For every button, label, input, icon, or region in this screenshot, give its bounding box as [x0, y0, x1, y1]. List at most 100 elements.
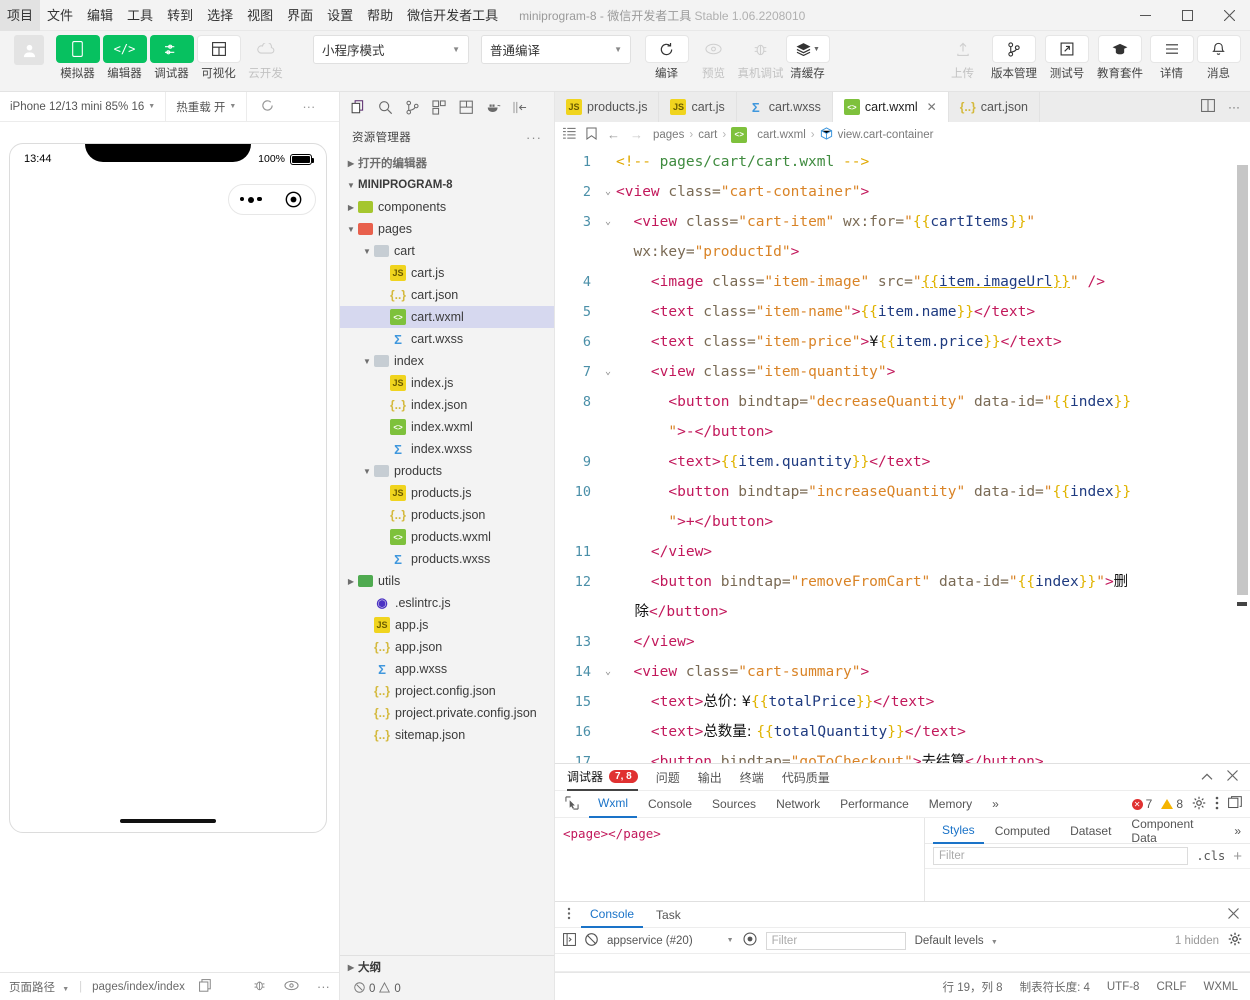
tree-item-index-js[interactable]: JS index.js: [340, 372, 554, 394]
tree-item-app-js[interactable]: JS app.js: [340, 614, 554, 636]
eye-icon[interactable]: [280, 979, 303, 994]
code-line[interactable]: 10 <button bindtap="increaseQuantity" da…: [555, 477, 1250, 537]
code-line[interactable]: 17 <button bindtap="goToCheckout">去结算</b…: [555, 747, 1250, 763]
outline-icon[interactable]: [563, 127, 576, 142]
version-control-button[interactable]: 版本管理: [986, 35, 1042, 81]
test-account-button[interactable]: 测试号: [1042, 35, 1092, 81]
refresh-icon[interactable]: [247, 99, 288, 115]
code-line[interactable]: 12 <button bindtap="removeFromCart" data…: [555, 567, 1250, 627]
fold-chevron-icon[interactable]: ⌄: [600, 657, 616, 687]
chevron-down-icon[interactable]: ▼: [360, 357, 374, 366]
messages-button[interactable]: 消息: [1195, 35, 1242, 81]
tab-debugger[interactable]: 调试器 7, 8: [567, 764, 638, 791]
tree-item-project-private-config-json[interactable]: {..} project.private.config.json: [340, 702, 554, 724]
wechat-capsule[interactable]: [228, 184, 316, 215]
fold-chevron-icon[interactable]: ⌄: [600, 357, 616, 387]
clear-cache-button[interactable]: ▼ 清缓存: [784, 35, 831, 81]
education-kit-button[interactable]: 教育套件: [1092, 35, 1148, 81]
code-line[interactable]: 4 <image class="item-image" src="{{item.…: [555, 267, 1250, 297]
styles-tab-component-data[interactable]: Component Data: [1122, 817, 1223, 845]
open-editors-section[interactable]: ▶ 打开的编辑器: [340, 152, 554, 174]
project-root[interactable]: ▼ MINIPROGRAM-8: [340, 174, 554, 196]
code-line[interactable]: 13 </view>: [555, 627, 1250, 657]
copy-icon[interactable]: [195, 978, 215, 995]
menu-item-tools[interactable]: 工具: [120, 0, 160, 31]
fold-chevron-icon[interactable]: ⌄: [600, 177, 616, 207]
files-icon[interactable]: [346, 95, 371, 120]
docker-icon[interactable]: [481, 95, 506, 120]
tree-item-components[interactable]: ▶ components: [340, 196, 554, 218]
save-all-icon[interactable]: [454, 95, 479, 120]
file-tree[interactable]: ▶ 打开的编辑器 ▼ MINIPROGRAM-8 ▶ components ▼ pag…: [340, 152, 554, 955]
devtools-tab-sources[interactable]: Sources: [703, 791, 765, 818]
tree-item--eslintrc-js[interactable]: ◉ .eslintrc.js: [340, 592, 554, 614]
nav-back-button[interactable]: ←: [607, 127, 620, 142]
bookmark-icon[interactable]: [586, 126, 597, 143]
tree-item-cart[interactable]: ▼ cart: [340, 240, 554, 262]
ellipsis-icon[interactable]: ···: [1228, 100, 1240, 114]
ellipsis-icon[interactable]: ···: [288, 99, 329, 114]
code-line[interactable]: 7 ⌄ <view class="item-quantity">: [555, 357, 1250, 387]
inspect-cursor-icon[interactable]: [561, 795, 587, 813]
tree-item-cart-wxml[interactable]: <> cart.wxml: [340, 306, 554, 328]
extensions-icon[interactable]: [427, 95, 452, 120]
tree-item-index-wxml[interactable]: <> index.wxml: [340, 416, 554, 438]
tree-item-project-config-json[interactable]: {..} project.config.json: [340, 680, 554, 702]
menu-item-settings[interactable]: 设置: [320, 0, 360, 31]
simulator-viewport[interactable]: 13:44 100%: [0, 122, 339, 972]
menu-item-edit[interactable]: 编辑: [80, 0, 120, 31]
tree-item-app-json[interactable]: {..} app.json: [340, 636, 554, 658]
code-line[interactable]: 15 <text>总价: ¥{{totalPrice}}</text>: [555, 687, 1250, 717]
warning-count-badge[interactable]: 8: [1161, 797, 1183, 811]
chevron-up-icon[interactable]: [1201, 770, 1213, 784]
devtools-tab-overflow[interactable]: »: [983, 791, 1008, 818]
styles-tab-styles[interactable]: Styles: [933, 818, 984, 844]
menu-item-file[interactable]: 文件: [40, 0, 80, 31]
page-path-select[interactable]: 页面路径 ▼: [9, 979, 69, 995]
menu-item-view[interactable]: 视图: [240, 0, 280, 31]
editor-tab-cart-js[interactable]: JS cart.js: [659, 92, 737, 122]
tree-item-index-json[interactable]: {..} index.json: [340, 394, 554, 416]
chevron-right-icon[interactable]: ▶: [344, 203, 358, 212]
tree-item-utils[interactable]: ▶ utils: [340, 570, 554, 592]
kebab-icon[interactable]: [561, 907, 577, 923]
devtools-tab-performance[interactable]: Performance: [831, 791, 918, 818]
chevron-down-icon[interactable]: ▼: [344, 225, 358, 234]
wxml-root-node[interactable]: <page></page>: [563, 826, 924, 841]
close-icon[interactable]: ✕: [927, 100, 937, 114]
outline-header[interactable]: ▶ 大纲: [340, 956, 554, 978]
preview-button[interactable]: 预览: [690, 35, 737, 81]
tree-item-index[interactable]: ▼ index: [340, 350, 554, 372]
tree-item-app-wxss[interactable]: Σapp.wxss: [340, 658, 554, 680]
editor-scrollbar[interactable]: [1237, 165, 1248, 595]
tree-item-cart-json[interactable]: {..} cart.json: [340, 284, 554, 306]
console-context-select[interactable]: appservice (#20) ▼: [607, 935, 734, 947]
real-device-debug-button[interactable]: 真机调试: [737, 35, 784, 81]
language-mode[interactable]: WXML: [1204, 981, 1239, 993]
target-icon[interactable]: [272, 191, 315, 208]
tree-item-cart-js[interactable]: JS cart.js: [340, 262, 554, 284]
gear-icon[interactable]: [1228, 932, 1242, 949]
console-sidebar-icon[interactable]: [563, 932, 576, 949]
upload-button[interactable]: 上传: [939, 35, 986, 81]
split-editor-icon[interactable]: [1201, 99, 1215, 115]
code-line[interactable]: 8 <button bindtap="decreaseQuantity" dat…: [555, 387, 1250, 447]
minimize-button[interactable]: [1124, 0, 1166, 31]
tree-item-products-json[interactable]: {..} products.json: [340, 504, 554, 526]
maximize-button[interactable]: [1166, 0, 1208, 31]
styles-tab-computed[interactable]: Computed: [986, 818, 1059, 844]
devtools-tab-network[interactable]: Network: [767, 791, 829, 818]
ellipsis-icon[interactable]: ···: [313, 979, 334, 994]
collapse-icon[interactable]: [508, 95, 533, 120]
code-editor[interactable]: 1 <!-- pages/cart/cart.wxml --> 2 ⌄ <view cl…: [555, 147, 1250, 763]
tree-item-pages[interactable]: ▼ pages: [340, 218, 554, 240]
close-button[interactable]: [1208, 0, 1250, 31]
chevron-right-icon[interactable]: ▶: [344, 577, 358, 586]
dock-icon[interactable]: [1228, 796, 1242, 812]
kebab-icon[interactable]: [1215, 796, 1219, 813]
editor-button[interactable]: </> 编辑器: [101, 35, 148, 81]
tree-item-sitemap-json[interactable]: {..} sitemap.json: [340, 724, 554, 746]
devtools-tab-memory[interactable]: Memory: [920, 791, 981, 818]
console-tab[interactable]: Console: [581, 902, 644, 928]
compile-select[interactable]: 普通编译 ▼: [481, 35, 631, 64]
